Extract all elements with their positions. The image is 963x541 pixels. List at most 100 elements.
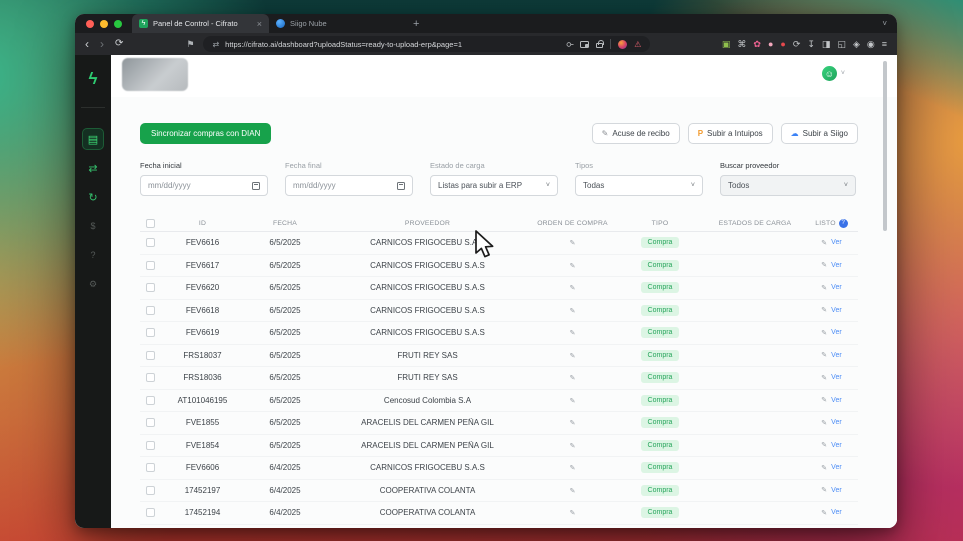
- listo-action-icon[interactable]: ✎: [821, 419, 827, 427]
- pip-icon[interactable]: ◱: [837, 40, 846, 49]
- table-row[interactable]: FRS18037 6/5/2025 FRUTI REY SAS ✎ Compra…: [140, 345, 858, 368]
- extension-gray-icon[interactable]: ⌘: [737, 40, 746, 49]
- zoom-window-button[interactable]: [114, 20, 122, 28]
- column-header-estados[interactable]: ESTADOS DE CARGA: [705, 220, 805, 227]
- select-all-checkbox[interactable]: [146, 219, 155, 228]
- table-row[interactable]: AT101046195 6/5/2025 Cencosud Colombia S…: [140, 390, 858, 413]
- column-header-proveedor[interactable]: PROVEEDOR: [325, 220, 530, 227]
- table-row[interactable]: FEV6620 6/5/2025 CARNICOS FRIGOCEBU S.A.…: [140, 277, 858, 300]
- orden-compra-action-icon[interactable]: ✎: [570, 263, 576, 270]
- screen-share-icon[interactable]: [580, 41, 589, 48]
- row-checkbox[interactable]: [146, 351, 155, 360]
- table-row[interactable]: FEV6616 6/5/2025 CARNICOS FRIGOCEBU S.A.…: [140, 232, 858, 255]
- ver-link[interactable]: Ver: [831, 419, 842, 426]
- recording-dot-red-icon[interactable]: ●: [780, 40, 785, 49]
- calendar-icon[interactable]: [397, 182, 405, 190]
- sidebar-item-transfer[interactable]: ⇄: [82, 157, 104, 179]
- extension-green-icon[interactable]: ▣: [722, 40, 731, 49]
- orden-compra-action-icon[interactable]: ✎: [570, 443, 576, 450]
- orden-compra-action-icon[interactable]: ✎: [570, 308, 576, 315]
- password-key-icon[interactable]: ⚲: [566, 41, 575, 47]
- listo-action-icon[interactable]: ✎: [821, 396, 827, 404]
- lock-icon[interactable]: [596, 43, 603, 48]
- listo-action-icon[interactable]: ✎: [821, 284, 827, 292]
- user-menu[interactable]: ☺ ˅: [822, 66, 845, 81]
- calendar-icon[interactable]: [252, 182, 260, 190]
- row-checkbox[interactable]: [146, 463, 155, 472]
- orden-compra-action-icon[interactable]: ✎: [570, 285, 576, 292]
- reload-button[interactable]: ⟳: [115, 39, 123, 49]
- listo-action-icon[interactable]: ✎: [821, 509, 827, 517]
- tab-panel-de-control[interactable]: ϟ Panel de Control - Cifrato ×: [132, 14, 269, 33]
- row-checkbox[interactable]: [146, 508, 155, 517]
- listo-help-icon[interactable]: ?: [839, 219, 848, 228]
- orden-compra-action-icon[interactable]: ✎: [570, 353, 576, 360]
- row-checkbox[interactable]: [146, 238, 155, 247]
- ver-link[interactable]: Ver: [831, 487, 842, 494]
- ver-link[interactable]: Ver: [831, 397, 842, 404]
- fecha-inicial-input[interactable]: mm/dd/yyyy: [140, 175, 268, 196]
- ver-link[interactable]: Ver: [831, 239, 842, 246]
- column-header-fecha[interactable]: FECHA: [245, 220, 325, 227]
- ver-link[interactable]: Ver: [831, 509, 842, 516]
- orden-compra-action-icon[interactable]: ✎: [570, 240, 576, 247]
- ver-link[interactable]: Ver: [831, 262, 842, 269]
- table-row[interactable]: 17452194 6/4/2025 COOPERATIVA COLANTA ✎ …: [140, 502, 858, 525]
- ver-link[interactable]: Ver: [831, 352, 842, 359]
- ver-link[interactable]: Ver: [831, 307, 842, 314]
- listo-action-icon[interactable]: ✎: [821, 239, 827, 247]
- orden-compra-action-icon[interactable]: ✎: [570, 510, 576, 517]
- column-header-orden[interactable]: ORDEN DE COMPRA: [530, 220, 615, 227]
- estado-carga-select[interactable]: Listas para subir a ERP ˅: [430, 175, 558, 196]
- listo-action-icon[interactable]: ✎: [821, 464, 827, 472]
- listo-action-icon[interactable]: ✎: [821, 261, 827, 269]
- row-checkbox[interactable]: [146, 328, 155, 337]
- listo-action-icon[interactable]: ✎: [821, 441, 827, 449]
- selection-tool-icon[interactable]: ◈: [853, 40, 860, 49]
- tipos-select[interactable]: Todas ˅: [575, 175, 703, 196]
- shield-icon[interactable]: ◉: [867, 40, 875, 49]
- row-checkbox[interactable]: [146, 373, 155, 382]
- table-row[interactable]: FEV6618 6/5/2025 CARNICOS FRIGOCEBU S.A.…: [140, 300, 858, 323]
- row-checkbox[interactable]: [146, 306, 155, 315]
- close-tab-icon[interactable]: ×: [257, 19, 262, 29]
- history-icon[interactable]: ⟳: [793, 40, 801, 49]
- orden-compra-action-icon[interactable]: ✎: [570, 420, 576, 427]
- user-avatar[interactable]: ☺: [822, 66, 837, 81]
- tab-siigo-nube[interactable]: Siigo Nube: [269, 14, 365, 33]
- orden-compra-action-icon[interactable]: ✎: [570, 375, 576, 382]
- subir-siigo-button[interactable]: ☁ Subir a Siigo: [781, 123, 858, 144]
- menu-icon[interactable]: ≡: [882, 40, 887, 49]
- table-row[interactable]: FEV6619 6/5/2025 CARNICOS FRIGOCEBU S.A.…: [140, 322, 858, 345]
- row-checkbox[interactable]: [146, 486, 155, 495]
- download-icon[interactable]: ↧: [807, 40, 815, 49]
- row-checkbox[interactable]: [146, 441, 155, 450]
- orden-compra-action-icon[interactable]: ✎: [570, 465, 576, 472]
- row-checkbox[interactable]: [146, 418, 155, 427]
- buscar-proveedor-select[interactable]: Todos ˅: [720, 175, 856, 196]
- listo-action-icon[interactable]: ✎: [821, 374, 827, 382]
- minimize-window-button[interactable]: [100, 20, 108, 28]
- column-header-id[interactable]: ID: [160, 220, 245, 227]
- ver-link[interactable]: Ver: [831, 329, 842, 336]
- table-row[interactable]: ✎ Compra ✎: [140, 525, 858, 529]
- ver-link[interactable]: Ver: [831, 374, 842, 381]
- listo-action-icon[interactable]: ✎: [821, 306, 827, 314]
- table-row[interactable]: FEV6606 6/4/2025 CARNICOS FRIGOCEBU S.A.…: [140, 457, 858, 480]
- address-bar[interactable]: ⇄ https://cifrato.ai/dashboard?uploadSta…: [203, 36, 650, 52]
- table-row[interactable]: 17452197 6/4/2025 COOPERATIVA COLANTA ✎ …: [140, 480, 858, 503]
- bookmark-icon[interactable]: ⚑: [186, 39, 194, 50]
- orden-compra-action-icon[interactable]: ✎: [570, 488, 576, 495]
- tab-overflow-icon[interactable]: ˅: [882, 19, 887, 28]
- table-row[interactable]: FEV6617 6/5/2025 CARNICOS FRIGOCEBU S.A.…: [140, 255, 858, 278]
- close-window-button[interactable]: [86, 20, 94, 28]
- ver-link[interactable]: Ver: [831, 284, 842, 291]
- page-scrollbar-thumb[interactable]: [883, 61, 887, 231]
- table-row[interactable]: FVE1854 6/5/2025 ARACELIS DEL CARMEN PEÑ…: [140, 435, 858, 458]
- table-row[interactable]: FVE1855 6/5/2025 ARACELIS DEL CARMEN PEÑ…: [140, 412, 858, 435]
- recording-dot-pink-icon[interactable]: ●: [768, 40, 773, 49]
- sidebar-toggle-icon[interactable]: ◨: [822, 40, 831, 49]
- sidebar-item-billing[interactable]: $: [82, 215, 104, 237]
- colorwheel-extension-icon[interactable]: ✿: [753, 40, 761, 49]
- back-button[interactable]: ‹: [85, 38, 89, 50]
